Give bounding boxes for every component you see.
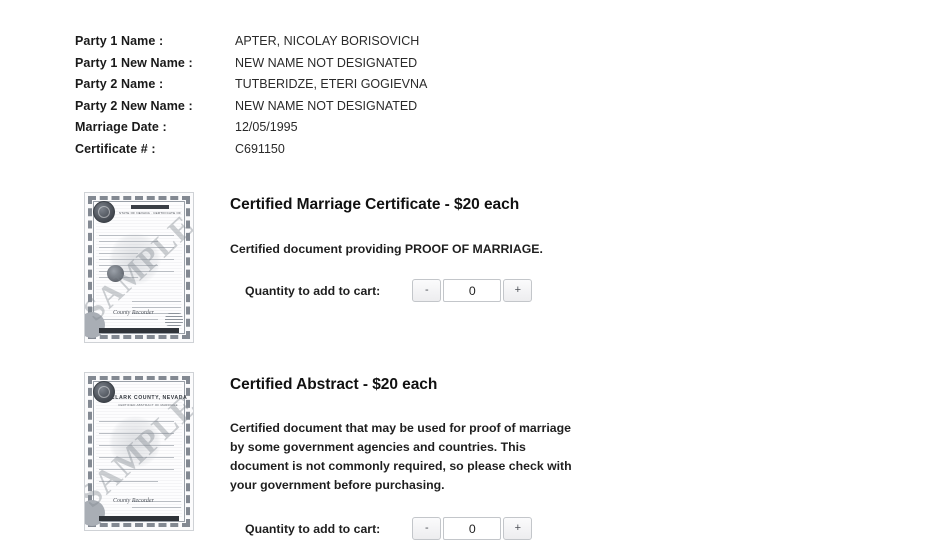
product-title: Certified Abstract - $20 each	[230, 376, 438, 393]
abstract-certificate-image[interactable]: CLARK COUNTY, NEVADA CERTIFIED ABSTRACT …	[84, 372, 194, 531]
quantity-increment-button[interactable]: +	[503, 279, 533, 302]
product-description: Certified document providing PROOF OF MA…	[230, 242, 543, 256]
quantity-stepper: - +	[412, 517, 533, 540]
record-details: Party 1 Name : APTER, NICOLAY BORISOVICH…	[75, 34, 427, 163]
detail-value: 12/05/1995	[235, 120, 298, 134]
quantity-row: Quantity to add to cart: - +	[230, 279, 543, 302]
certificate-title-bar	[130, 205, 170, 209]
quantity-label: Quantity to add to cart:	[245, 521, 381, 536]
quantity-row: Quantity to add to cart: - +	[230, 517, 575, 540]
marriage-certificate-image[interactable]: STATE OF NEVADA · CERTIFICATE OF MARRIAG…	[84, 192, 194, 343]
quantity-stepper: - +	[412, 279, 533, 302]
quantity-decrement-button[interactable]: -	[412, 517, 442, 540]
detail-label: Certificate # :	[75, 141, 156, 156]
certificate-signature: County Recorder	[113, 498, 154, 504]
product-item: STATE OF NEVADA · CERTIFICATE OF MARRIAG…	[75, 192, 543, 343]
detail-label: Party 2 New Name :	[75, 98, 193, 113]
detail-value: TUTBERIDZE, ETERI GOGIEVNA	[235, 77, 428, 91]
certificate-footer-bar	[99, 328, 179, 333]
detail-row: Party 1 Name : APTER, NICOLAY BORISOVICH	[75, 34, 427, 56]
detail-row: Certificate # : C691150	[75, 142, 427, 164]
detail-label: Party 1 New Name :	[75, 55, 193, 70]
certificate-subheading: CERTIFIED ABSTRACT OF MARRIAGE	[118, 402, 178, 407]
certificate-footer-bar	[99, 516, 179, 521]
detail-label: Marriage Date :	[75, 120, 167, 134]
detail-row: Marriage Date : 12/05/1995	[75, 120, 427, 142]
official-seal-icon	[93, 381, 115, 403]
product-title: Certified Marriage Certificate - $20 eac…	[230, 196, 520, 213]
embossed-seal-icon	[165, 312, 183, 326]
product-body: Certified Abstract - $20 each Certified …	[193, 372, 575, 540]
detail-label: Party 1 Name :	[75, 34, 164, 48]
detail-row: Party 1 New Name : NEW NAME NOT DESIGNAT…	[75, 56, 427, 78]
certificate-thumbnail-wrap: CLARK COUNTY, NEVADA CERTIFIED ABSTRACT …	[75, 372, 194, 540]
certificate-heading-block: CLARK COUNTY, NEVADA CERTIFIED ABSTRACT …	[111, 395, 188, 407]
quantity-input[interactable]	[443, 517, 502, 540]
product-body: Certified Marriage Certificate - $20 eac…	[193, 192, 543, 343]
certificate-field-lines	[99, 421, 181, 493]
official-seal-icon	[93, 201, 115, 223]
product-item: CLARK COUNTY, NEVADA CERTIFIED ABSTRACT …	[75, 372, 575, 540]
certificate-signature: County Recorder	[113, 310, 154, 316]
detail-value: APTER, NICOLAY BORISOVICH	[235, 34, 420, 48]
certificate-heading: CLARK COUNTY, NEVADA	[111, 395, 188, 401]
product-description: Certified document that may be used for …	[230, 421, 572, 492]
detail-value: NEW NAME NOT DESIGNATED	[235, 98, 418, 113]
notary-seal-icon	[107, 265, 124, 282]
quantity-decrement-button[interactable]: -	[412, 279, 442, 302]
detail-row: Party 2 New Name : NEW NAME NOT DESIGNAT…	[75, 99, 427, 121]
quantity-increment-button[interactable]: +	[503, 517, 533, 540]
quantity-input[interactable]	[443, 279, 502, 302]
certificate-thumbnail-wrap: STATE OF NEVADA · CERTIFICATE OF MARRIAG…	[75, 192, 194, 343]
detail-value: C691150	[235, 141, 285, 156]
certificate-heading-block: STATE OF NEVADA · CERTIFICATE OF MARRIAG…	[119, 205, 181, 215]
detail-row: Party 2 Name : TUTBERIDZE, ETERI GOGIEVN…	[75, 77, 427, 99]
certificate-subheading: STATE OF NEVADA · CERTIFICATE OF MARRIAG…	[119, 211, 181, 215]
quantity-label: Quantity to add to cart:	[245, 283, 381, 298]
detail-label: Party 2 Name :	[75, 77, 164, 91]
detail-value: NEW NAME NOT DESIGNATED	[235, 55, 418, 70]
